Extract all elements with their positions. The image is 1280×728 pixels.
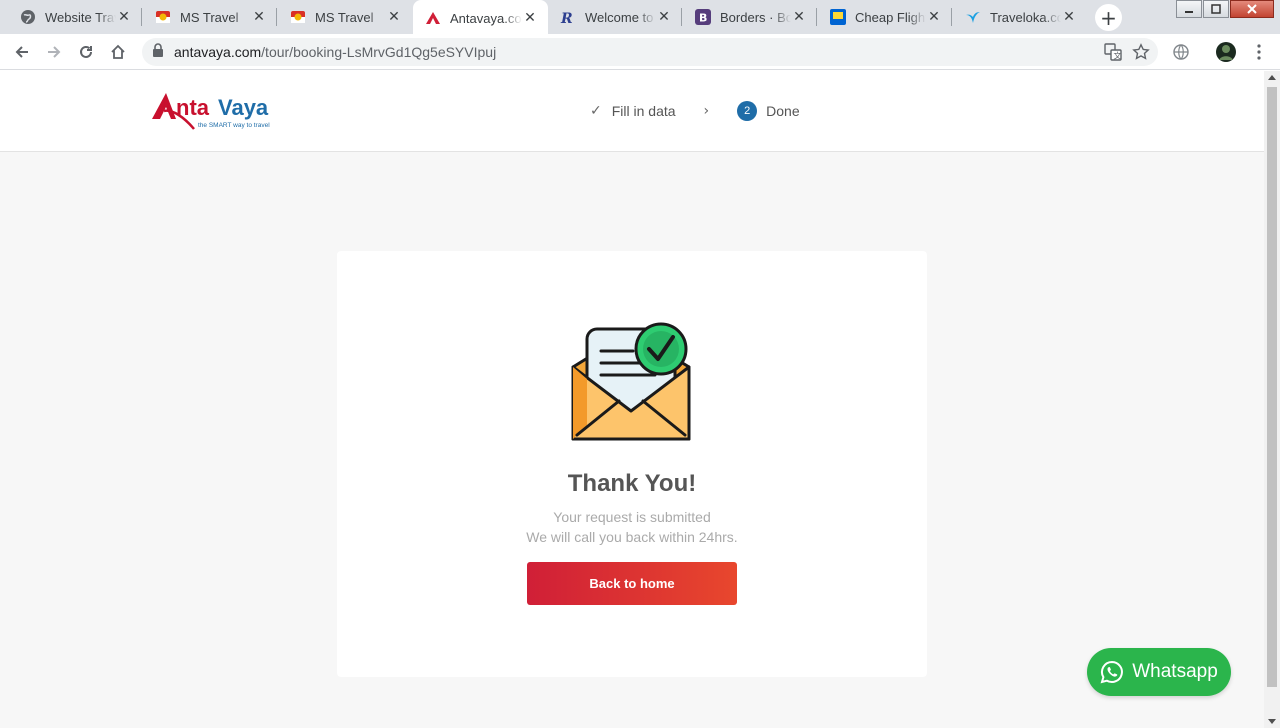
- brand-tagline: the SMART way to travel: [198, 122, 270, 129]
- step-fill-in-data: ✓ Fill in data: [590, 103, 676, 119]
- chevron-right-icon: ›: [703, 103, 710, 119]
- tab-strip: Website Travel ✕ MS Travel ✕ MS Travel ✕…: [0, 0, 1280, 36]
- tab-title: MS Travel: [315, 9, 374, 25]
- step-label: Done: [766, 103, 800, 119]
- new-tab-button[interactable]: +: [1095, 4, 1122, 31]
- window-controls: [1175, 0, 1274, 18]
- request-submitted-text: Your request is submitted: [553, 509, 711, 525]
- whatsapp-button[interactable]: Whatsapp: [1087, 648, 1231, 696]
- svg-text:R: R: [560, 11, 573, 25]
- address-bar[interactable]: antavaya.com/tour/booking-LsMrvGd1Qg5eSY…: [142, 38, 1158, 66]
- envelope-check-icon: [569, 321, 693, 450]
- traveloka-icon: [965, 9, 981, 25]
- whatsapp-icon: [1100, 660, 1124, 684]
- vertical-scrollbar[interactable]: [1264, 71, 1280, 728]
- back-to-home-button[interactable]: Back to home: [527, 562, 737, 605]
- back-arrow-icon[interactable]: [6, 36, 38, 68]
- brand-suffix: Vaya: [218, 95, 269, 120]
- globe-icon: [20, 9, 36, 25]
- tab-title: Traveloka.com: [990, 9, 1061, 25]
- step-number: 2: [737, 101, 758, 121]
- url-text: antavaya.com/tour/booking-LsMrvGd1Qg5eSY…: [174, 44, 496, 60]
- close-tab-icon[interactable]: ✕: [926, 9, 942, 25]
- tab-welcome[interactable]: R Welcome to R ✕: [548, 0, 682, 34]
- booking-steps: ✓ Fill in data › 2 Done: [590, 101, 800, 121]
- close-tab-icon[interactable]: ✕: [116, 9, 132, 25]
- tab-ms-travel-2[interactable]: MS Travel ✕: [278, 0, 412, 34]
- step-label: Fill in data: [611, 103, 676, 119]
- close-tab-icon[interactable]: ✕: [1061, 9, 1077, 25]
- forward-arrow-icon[interactable]: [38, 36, 70, 68]
- tab-title: Antavaya.com: [450, 10, 522, 26]
- ms-travel-icon: [290, 9, 306, 25]
- menu-dots-icon[interactable]: [1243, 36, 1275, 68]
- brand-mid: nta: [176, 95, 210, 120]
- tab-antavaya[interactable]: Antavaya.com ✕: [413, 0, 548, 36]
- translate-icon[interactable]: 文: [1104, 43, 1122, 66]
- callback-text: We will call you back within 24hrs.: [526, 529, 738, 545]
- tab-title: Borders · Boo: [720, 9, 791, 25]
- site-header: nta Vaya the SMART way to travel ✓ Fill …: [0, 71, 1264, 152]
- tab-traveloka[interactable]: Traveloka.com ✕: [953, 0, 1087, 34]
- svg-text:文: 文: [1114, 51, 1122, 61]
- lock-icon: [152, 42, 164, 62]
- minimize-button[interactable]: [1176, 0, 1202, 18]
- confirmation-card: Thank You! Your request is submitted We …: [337, 251, 927, 677]
- scrollbar-thumb[interactable]: [1267, 87, 1277, 687]
- extension-globe-icon[interactable]: [1165, 36, 1197, 68]
- reload-icon[interactable]: [70, 36, 102, 68]
- tab-title: Welcome to R: [585, 9, 656, 25]
- close-tab-icon[interactable]: ✕: [251, 9, 267, 25]
- tab-title: MS Travel: [180, 9, 239, 25]
- close-tab-icon[interactable]: ✕: [386, 9, 402, 25]
- step-done: 2 Done: [737, 101, 800, 121]
- svg-text:B: B: [699, 12, 707, 25]
- tab-website-travel[interactable]: Website Travel ✕: [8, 0, 142, 34]
- tab-title: Cheap Flights: [855, 9, 926, 25]
- bookmark-star-icon[interactable]: [1132, 43, 1150, 66]
- scroll-up-arrow-icon[interactable]: [1268, 75, 1276, 80]
- close-tab-icon[interactable]: ✕: [791, 9, 807, 25]
- browser-toolbar: antavaya.com/tour/booking-LsMrvGd1Qg5eSY…: [0, 34, 1280, 70]
- tab-ms-travel-1[interactable]: MS Travel ✕: [143, 0, 277, 34]
- close-tab-icon[interactable]: ✕: [522, 10, 538, 26]
- tiket-icon: [830, 9, 846, 25]
- page-content: nta Vaya the SMART way to travel ✓ Fill …: [0, 71, 1264, 728]
- home-icon[interactable]: [102, 36, 134, 68]
- maximize-button[interactable]: [1203, 0, 1229, 18]
- close-tab-icon[interactable]: ✕: [656, 9, 672, 25]
- ms-travel-icon: [155, 9, 171, 25]
- tab-bootstrap[interactable]: B Borders · Boo ✕: [683, 0, 817, 34]
- thank-you-title: Thank You!: [567, 470, 697, 497]
- whatsapp-label: Whatsapp: [1132, 661, 1218, 682]
- tab-cheap-flights[interactable]: Cheap Flights ✕: [818, 0, 952, 34]
- close-window-button[interactable]: [1230, 0, 1274, 18]
- check-icon: ✓: [590, 103, 602, 119]
- bootstrap-icon: B: [695, 9, 711, 25]
- antavaya-logo[interactable]: nta Vaya the SMART way to travel: [150, 89, 280, 131]
- antavaya-icon: [425, 10, 441, 26]
- url-path: /tour/booking-LsMrvGd1Qg5eSYVIpuj: [261, 44, 497, 60]
- scroll-down-arrow-icon[interactable]: [1268, 719, 1276, 724]
- url-host: antavaya.com: [174, 44, 262, 60]
- tab-title: Website Travel: [45, 9, 116, 25]
- avatar[interactable]: [1210, 36, 1242, 68]
- r-icon: R: [560, 9, 576, 25]
